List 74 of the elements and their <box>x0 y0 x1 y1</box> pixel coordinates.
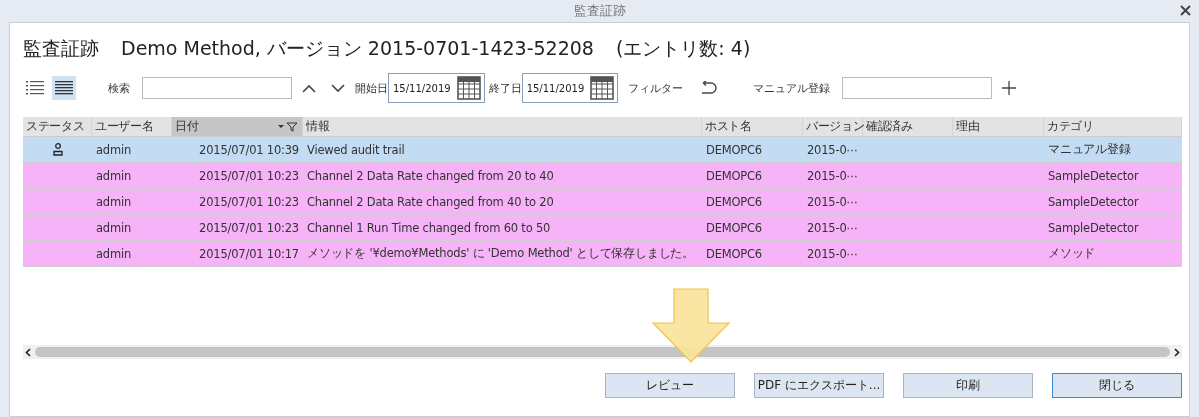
entry-count: (エントリ数: 4) <box>615 36 751 61</box>
table-cell: 2015/07/01 10:23 <box>199 168 299 183</box>
table-cell: メソッドを '¥demo¥Methods' に 'Demo Method' として保存しました。 <box>307 246 694 261</box>
method-version-text: Demo Method, バージョン 2015-0701-1423-52208 <box>121 36 594 61</box>
down-arrow-icon <box>651 288 731 363</box>
column-header[interactable]: 確認済み <box>863 117 953 136</box>
table-cell: マニュアル登録 <box>1048 142 1131 157</box>
dialog-title: 監査証跡 <box>23 36 99 61</box>
search-field[interactable] <box>142 77 292 99</box>
table-cell: DEMOPC6 <box>706 142 762 157</box>
column-header[interactable]: 情報 <box>303 117 702 136</box>
table-cell: admin <box>96 168 132 183</box>
table-row[interactable]: admin 2015/07/01 10:23 Channel 2 Data Rate changed from 40 to 20 DEMOPC6 2015-0⋯ SampleDetector <box>23 189 1182 215</box>
end-date-label: 終了日 <box>488 80 522 96</box>
table-cell: admin <box>96 194 132 209</box>
manual-entry-label: マニュアル登録 <box>753 80 831 96</box>
review-button[interactable]: レビュー <box>605 373 735 398</box>
manual-entry-field[interactable] <box>842 77 993 99</box>
table-cell: 2015/07/01 10:23 <box>199 220 299 235</box>
column-header[interactable]: ホスト名 <box>702 117 803 136</box>
table-cell: SampleDetector <box>1048 220 1139 235</box>
table-cell: admin <box>96 246 132 261</box>
table-row[interactable]: admin 2015/07/01 10:23 Channel 1 Run Time changed from 60 to 50 DEMOPC6 2015-0⋯ SampleDetector <box>23 215 1182 241</box>
filter-label: フィルター <box>628 80 684 96</box>
close-button[interactable]: 閉じる <box>1052 373 1182 398</box>
table-cell: 2015-0⋯ <box>807 142 858 157</box>
scroll-right-icon[interactable] <box>1174 347 1180 357</box>
user-icon <box>52 143 63 156</box>
search-label: 検索 <box>108 80 130 96</box>
export-pdf-button[interactable]: PDF にエクスポート... <box>754 373 884 398</box>
table-cell: admin <box>96 220 132 235</box>
table-cell: 2015/07/01 10:39 <box>199 142 299 157</box>
table-row[interactable]: admin 2015/07/01 10:23 Channel 2 Data Rate changed from 20 to 40 DEMOPC6 2015-0⋯ SampleDetector <box>23 163 1182 189</box>
table-cell: Channel 2 Data Rate changed from 40 to 20 <box>307 194 554 209</box>
table-cell: 2015-0⋯ <box>807 168 858 183</box>
window-title: 監査証跡 <box>573 2 626 20</box>
column-header[interactable]: 日付 <box>172 117 303 136</box>
table-cell: 2015-0⋯ <box>807 246 858 261</box>
table-cell: DEMOPC6 <box>706 220 762 235</box>
table-cell: 2015/07/01 10:23 <box>199 194 299 209</box>
column-header[interactable]: ステータス <box>23 117 92 136</box>
table-cell: DEMOPC6 <box>706 168 762 183</box>
calendar-icon[interactable] <box>590 76 615 100</box>
table-cell: Channel 1 Run Time changed from 60 to 50 <box>307 220 551 235</box>
sort-filter-icon[interactable] <box>278 121 298 132</box>
close-icon[interactable] <box>1180 5 1191 16</box>
down-icon[interactable] <box>331 83 345 93</box>
column-header[interactable]: カテゴリ <box>1044 117 1182 136</box>
add-icon[interactable] <box>1002 81 1017 95</box>
table-cell: DEMOPC6 <box>706 246 762 261</box>
table-cell: メソッド <box>1048 246 1096 261</box>
table-cell: DEMOPC6 <box>706 194 762 209</box>
end-date-field[interactable]: 15/11/2019 <box>521 73 619 103</box>
print-button[interactable]: 印刷 <box>903 373 1033 398</box>
calendar-icon[interactable] <box>456 76 481 100</box>
start-date-label: 開始日 <box>355 80 388 96</box>
column-header[interactable]: 理由 <box>953 117 1044 136</box>
table-cell: 2015-0⋯ <box>807 194 858 209</box>
table-row[interactable]: admin 2015/07/01 10:17 メソッドを '¥demo¥Methods' に 'Demo Method' として保存しました。 DEMOPC6 2015-0⋯ メソッド <box>23 241 1182 267</box>
start-date-field[interactable]: 15/11/2019 <box>388 73 485 103</box>
table-cell: admin <box>96 142 132 157</box>
table-cell: SampleDetector <box>1048 194 1139 209</box>
scroll-left-icon[interactable] <box>25 347 31 357</box>
up-icon[interactable] <box>302 83 316 93</box>
undo-icon[interactable] <box>699 81 718 95</box>
table-cell: 2015/07/01 10:17 <box>199 246 299 261</box>
detail-view-button[interactable] <box>52 76 76 100</box>
table-cell: Viewed audit trail <box>307 142 405 157</box>
table-cell: 2015-0⋯ <box>807 220 858 235</box>
horizontal-scrollbar[interactable] <box>23 345 1182 359</box>
table-cell: SampleDetector <box>1048 168 1139 183</box>
table-row[interactable]: admin 2015/07/01 10:39 Viewed audit trail DEMOPC6 2015-0⋯ マニュアル登録 <box>23 137 1182 163</box>
column-header[interactable]: バージョン <box>803 117 863 136</box>
table-cell: Channel 2 Data Rate changed from 20 to 40 <box>307 168 554 183</box>
